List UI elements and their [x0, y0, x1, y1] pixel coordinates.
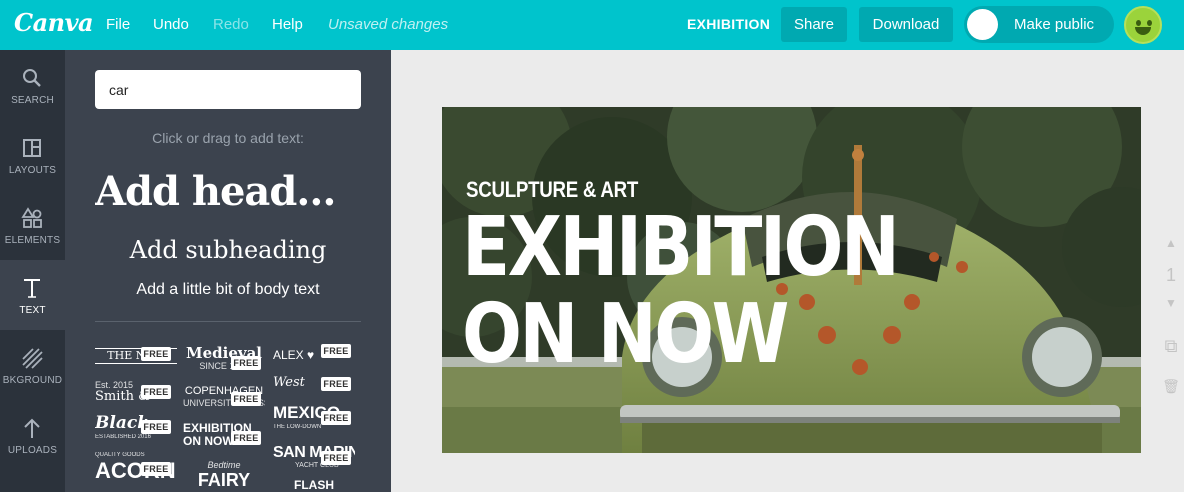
elements-icon: [21, 207, 42, 228]
rail-text[interactable]: TEXT: [0, 260, 65, 330]
rail-elements[interactable]: ELEMENTS: [0, 190, 65, 260]
page-number: 1: [1165, 265, 1176, 285]
redo-button[interactable]: Redo: [213, 0, 249, 50]
avatar-eye: [1147, 20, 1152, 26]
free-badge: FREE: [321, 411, 351, 425]
rail-label: UPLOADS: [7, 445, 58, 456]
avatar-mouth: [1135, 27, 1151, 35]
add-heading-button[interactable]: Add heading: [95, 168, 347, 215]
rail-background[interactable]: BKGROUND: [0, 330, 65, 400]
panel-divider: [95, 321, 361, 322]
side-navigation: SEARCH LAYOUTS ELEMENTS TEXT BKGROUND UP…: [0, 50, 65, 492]
free-badge: FREE: [141, 420, 171, 434]
undo-button[interactable]: Undo: [153, 0, 189, 50]
free-badge: FREE: [321, 344, 351, 358]
canva-logo[interactable]: Canva: [14, 8, 94, 37]
page-up-icon[interactable]: ▲: [1161, 236, 1181, 250]
rail-label: ELEMENTS: [4, 235, 61, 246]
free-badge: FREE: [231, 356, 261, 370]
free-badge: FREE: [321, 377, 351, 391]
text-panel: Click or drag to add text: Add heading A…: [65, 50, 391, 492]
layouts-icon: [23, 139, 41, 157]
free-badge: FREE: [231, 392, 261, 406]
text-template[interactable]: FLASH: [273, 478, 355, 492]
download-button[interactable]: Download: [859, 7, 953, 42]
top-bar: Canva File Undo Redo Help Unsaved change…: [0, 0, 1184, 50]
save-status: Unsaved changes: [328, 16, 449, 33]
rail-uploads[interactable]: UPLOADS: [0, 400, 65, 470]
search-input[interactable]: [95, 70, 361, 109]
share-button[interactable]: Share: [781, 7, 847, 42]
free-badge: FREE: [321, 451, 351, 465]
document-title[interactable]: EXHIBITION: [687, 0, 770, 50]
free-badge: FREE: [141, 385, 171, 399]
add-body-text-button[interactable]: Add a little bit of body text: [65, 281, 391, 299]
design-workspace: SCULPTURE & ART EXHIBITION ON NOW ▲ 1 ▼ …: [391, 50, 1184, 492]
panel-hint: Click or drag to add text:: [152, 130, 304, 146]
make-public-label: Make public: [1014, 16, 1095, 33]
design-canvas[interactable]: SCULPTURE & ART EXHIBITION ON NOW: [442, 107, 1141, 453]
upload-icon: [24, 418, 40, 438]
copy-page-icon[interactable]: ⧉: [1161, 336, 1181, 357]
add-subheading-button[interactable]: Add subheading: [65, 236, 391, 264]
rail-search[interactable]: SEARCH: [0, 50, 65, 120]
free-badge: FREE: [141, 462, 171, 476]
text-icon: [24, 279, 40, 298]
page-down-icon[interactable]: ▼: [1161, 296, 1181, 310]
free-badge: FREE: [141, 347, 171, 361]
rail-label: SEARCH: [11, 95, 54, 106]
user-avatar[interactable]: [1124, 6, 1162, 44]
rail-label: LAYOUTS: [8, 165, 57, 176]
rail-label: BKGROUND: [2, 375, 63, 386]
make-public-toggle[interactable]: Make public: [964, 6, 1114, 43]
design-headline-line1[interactable]: EXHIBITION: [462, 207, 900, 289]
toggle-knob: [967, 9, 998, 40]
help-menu[interactable]: Help: [272, 0, 303, 50]
background-icon: [22, 348, 43, 369]
free-badge: FREE: [231, 431, 261, 445]
search-icon: [23, 69, 41, 87]
text-template[interactable]: Bedtime FAIRY: [183, 460, 265, 492]
avatar-eye: [1136, 20, 1141, 26]
design-headline-line2[interactable]: ON NOW: [462, 294, 789, 376]
rail-layouts[interactable]: LAYOUTS: [0, 120, 65, 190]
rail-label: TEXT: [19, 305, 46, 316]
delete-page-icon[interactable]: 🗑: [1161, 378, 1181, 395]
file-menu[interactable]: File: [106, 0, 130, 50]
